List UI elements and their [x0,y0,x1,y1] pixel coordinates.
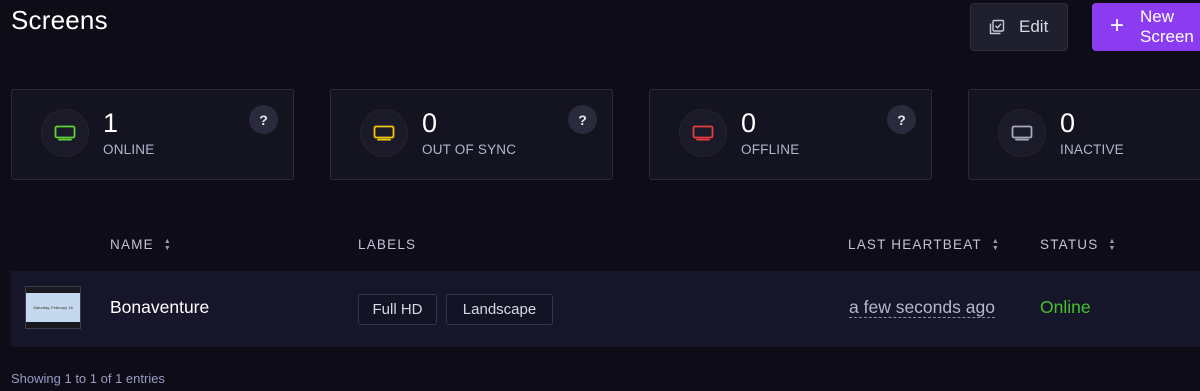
column-header-label: NAME [110,237,154,252]
column-header-label: LAST HEARTBEAT [848,237,982,252]
new-screen-button-label: New Screen [1140,7,1194,46]
offline-count: 0 [741,108,757,138]
sort-icon: ▲ ▼ [163,237,171,252]
help-icon[interactable]: ? [887,105,916,134]
sort-icon: ▲ ▼ [991,237,999,252]
online-label: ONLINE [103,142,155,157]
out-of-sync-label: OUT OF SYNC [422,142,517,157]
column-header-label: STATUS [1040,237,1099,252]
column-header-status[interactable]: STATUS ▲ ▼ [1040,237,1115,252]
online-count: 1 [103,108,119,138]
summary-card-out-of-sync: 0 OUT OF SYNC ? [330,89,613,180]
help-icon[interactable]: ? [568,105,597,134]
screen-name[interactable]: Bonaventure [110,297,209,318]
inactive-count: 0 [1060,108,1076,138]
screen-icon [360,109,408,157]
label-tag: Full HD [358,294,437,325]
status-text: Online [1040,297,1091,317]
edit-icon [989,19,1005,35]
screen-thumbnail: Saturday, February 18 [25,286,81,329]
new-screen-button[interactable]: + New Screen [1092,3,1200,51]
summary-card-online: 1 ONLINE ? [11,89,294,180]
screen-icon [998,109,1046,157]
column-header-name[interactable]: NAME ▲ ▼ [110,237,171,252]
screen-icon [41,109,89,157]
last-heartbeat: a few seconds ago [849,297,995,318]
sort-icon: ▲ ▼ [1108,237,1116,252]
table-info: Showing 1 to 1 of 1 entries [11,371,165,386]
screen-icon [679,109,727,157]
inactive-label: INACTIVE [1060,142,1124,157]
label-tag: Landscape [446,294,553,325]
offline-label: OFFLINE [741,142,800,157]
edit-button[interactable]: Edit [970,3,1068,51]
column-header-labels: LABELS [358,237,416,252]
column-header-last-heartbeat[interactable]: LAST HEARTBEAT ▲ ▼ [848,237,999,252]
summary-card-offline: 0 OFFLINE ? [649,89,932,180]
table-row[interactable]: Saturday, February 18 Bonaventure Full H… [11,271,1200,347]
column-header-label: LABELS [358,237,417,252]
thumbnail-preview: Saturday, February 18 [26,293,80,322]
summary-card-inactive: 0 INACTIVE [968,89,1200,180]
out-of-sync-count: 0 [422,108,438,138]
help-icon[interactable]: ? [249,105,278,134]
page-title: Screens [11,5,108,35]
plus-icon: + [1110,12,1125,39]
edit-button-label: Edit [1019,17,1049,36]
